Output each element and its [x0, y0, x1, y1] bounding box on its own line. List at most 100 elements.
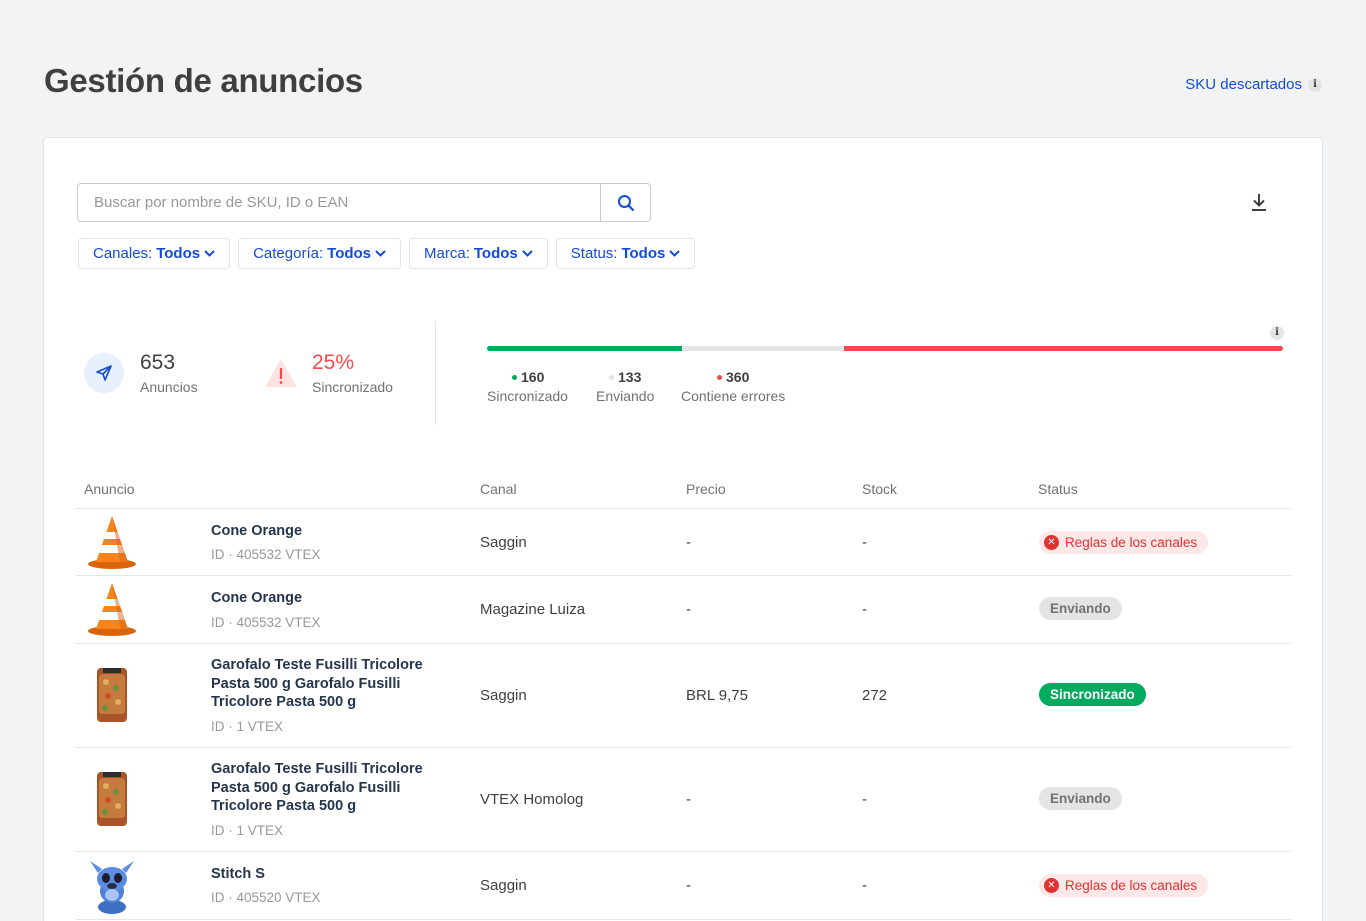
precio-cell: -	[686, 877, 691, 894]
status-text: Enviando	[1050, 601, 1111, 616]
info-icon[interactable]: i	[1308, 77, 1322, 92]
canal-cell: Saggin	[480, 687, 527, 704]
legend-label: Contiene errores	[681, 388, 786, 404]
filter-value: Todos	[327, 245, 372, 262]
product-name[interactable]: Garofalo Teste Fusilli Tricolore Pasta 5…	[211, 760, 451, 816]
table-row[interactable]: Stitch S ID · 405520 VTEX Saggin - - ✕ Re…	[76, 852, 1291, 920]
table-row[interactable]: Cone Orange ID · 405532 VTEX Magazine Lu…	[76, 576, 1291, 644]
stitch-thumbnail	[88, 857, 136, 914]
progress-segment-2	[844, 346, 1283, 351]
product-id: ID · 1 VTEX	[211, 823, 284, 838]
status-text: Sincronizado	[1050, 687, 1135, 702]
progress-segment-1	[682, 346, 845, 351]
green-dot-icon	[512, 374, 517, 380]
filter-canales[interactable]: Canales: Todos	[78, 238, 231, 269]
search-input[interactable]	[78, 184, 600, 221]
progress-info-icon[interactable]: i	[1270, 322, 1284, 340]
table-row[interactable]: Garofalo Teste Fusilli Tricolore Pasta 5…	[76, 644, 1291, 748]
status-badge[interactable]: Enviando	[1039, 597, 1122, 620]
stock-cell: 272	[862, 687, 888, 704]
canal-cell: VTEX Homolog	[480, 791, 584, 808]
chevron-down-icon	[522, 250, 533, 257]
status-badge[interactable]: ✕ Reglas de los canales	[1039, 531, 1209, 554]
table-row[interactable]: Garofalo Teste Fusilli Tricolore Pasta 5…	[76, 748, 1291, 852]
pasta-thumbnail	[94, 666, 130, 722]
table-row[interactable]: Cone Orange ID · 405532 VTEX Saggin - - …	[76, 509, 1291, 576]
legend-value: 133	[618, 369, 642, 385]
legend-errores: 360 Contiene errores	[681, 369, 785, 404]
stats-divider	[435, 321, 436, 425]
filter-status[interactable]: Status: Todos	[555, 238, 696, 269]
col-precio[interactable]: Precio	[686, 481, 726, 497]
status-badge[interactable]: ✕ Reglas de los canales	[1039, 874, 1209, 897]
filter-label: Categoría:	[253, 245, 324, 262]
sync-percent: 25%	[312, 351, 355, 374]
legend-sincronizado: 160 Sincronizado	[487, 369, 568, 404]
precio-cell: -	[686, 601, 691, 618]
precio-cell: BRL 9,75	[686, 687, 748, 704]
filter-label: Status:	[570, 245, 618, 262]
sku-descartados-label: SKU descartados	[1185, 76, 1302, 93]
anuncios-count: 653	[140, 351, 176, 374]
red-dot-icon	[717, 374, 722, 380]
product-id: ID · 405532 VTEX	[211, 547, 321, 562]
col-canal[interactable]: Canal	[480, 481, 517, 497]
col-stock[interactable]: Stock	[862, 481, 897, 497]
chevron-down-icon	[204, 250, 215, 257]
precio-cell: -	[686, 534, 691, 551]
canal-cell: Magazine Luiza	[480, 601, 586, 618]
stock-cell: -	[862, 601, 867, 618]
stock-cell: -	[862, 791, 867, 808]
status-text: Reglas de los canales	[1065, 535, 1198, 550]
filter-label: Canales:	[93, 245, 153, 262]
pasta-thumbnail	[94, 770, 130, 826]
anuncios-label: Anuncios	[140, 379, 198, 395]
canal-cell: Saggin	[480, 877, 527, 894]
legend-enviando: 133 Enviando	[596, 369, 654, 404]
legend-value: 360	[726, 369, 750, 385]
product-id: ID · 405532 VTEX	[211, 615, 321, 630]
product-name[interactable]: Cone Orange	[211, 522, 451, 541]
product-name[interactable]: Stitch S	[211, 865, 451, 884]
stock-cell: -	[862, 534, 867, 551]
sku-descartados-link[interactable]: SKU descartados i	[1185, 76, 1322, 93]
precio-cell: -	[686, 791, 691, 808]
download-button[interactable]	[1250, 192, 1268, 217]
filter-value: Todos	[156, 245, 201, 262]
search-button[interactable]	[600, 184, 650, 221]
anuncios-card: Canales:Todos Categoría:Todos Marca:Todo…	[43, 137, 1323, 921]
cone-thumbnail	[86, 514, 138, 570]
product-id: ID · 405520 VTEX	[211, 890, 321, 905]
filter-marca[interactable]: Marca: Todos	[409, 238, 548, 269]
col-anuncio[interactable]: Anuncio	[84, 481, 135, 497]
status-progress-bar	[487, 346, 1283, 351]
status-text: Enviando	[1050, 791, 1111, 806]
progress-segment-0	[487, 346, 683, 351]
canal-cell: Saggin	[480, 534, 527, 551]
status-badge[interactable]: Sincronizado	[1039, 683, 1146, 706]
cone-thumbnail	[86, 581, 138, 637]
chevron-down-icon	[669, 250, 681, 257]
product-id: ID · 1 VTEX	[211, 719, 284, 734]
status-badge[interactable]: Enviando	[1039, 787, 1122, 810]
product-name[interactable]: Garofalo Teste Fusilli Tricolore Pasta 5…	[211, 656, 451, 712]
search-bar	[77, 183, 651, 222]
chevron-down-icon	[375, 250, 386, 257]
download-icon	[1252, 194, 1266, 211]
filter-categoria[interactable]: Categoría: Todos	[238, 238, 402, 269]
filter-value: Todos	[473, 245, 518, 262]
warning-triangle-icon	[261, 353, 301, 393]
page-title: Gestión de anuncios	[44, 62, 363, 99]
filter-value: Todos	[621, 245, 666, 262]
error-x-icon: ✕	[1044, 878, 1059, 893]
col-status[interactable]: Status	[1038, 481, 1078, 497]
paper-plane-icon	[84, 353, 124, 393]
legend-value: 160	[521, 369, 545, 385]
legend-label: Sincronizado	[487, 388, 568, 404]
status-text: Reglas de los canales	[1065, 878, 1198, 893]
filter-label: Marca:	[424, 245, 470, 262]
gray-dot-icon	[609, 374, 614, 380]
product-name[interactable]: Cone Orange	[211, 589, 451, 608]
sync-label: Sincronizado	[312, 379, 393, 395]
stock-cell: -	[862, 877, 867, 894]
